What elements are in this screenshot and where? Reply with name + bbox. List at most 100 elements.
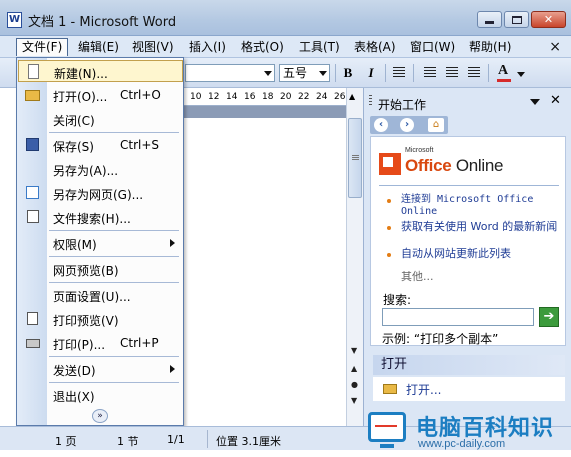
forward-icon[interactable]: › <box>400 118 414 132</box>
new-doc-icon <box>28 64 39 79</box>
close-icon[interactable]: ✕ <box>550 93 561 108</box>
toolbar-separator <box>385 64 386 82</box>
word-app-icon[interactable]: W <box>7 12 22 28</box>
status-page: 1 页 <box>55 435 77 448</box>
chevron-down-icon[interactable] <box>530 99 540 105</box>
menu-edit[interactable]: 编辑(E) <box>73 38 124 56</box>
web-page-icon <box>26 186 39 199</box>
ruler-tick: 12 <box>208 92 220 102</box>
document-close-icon[interactable]: × <box>549 39 561 55</box>
italic-button[interactable]: I <box>364 65 378 81</box>
numbered-list-icon[interactable] <box>424 67 436 78</box>
font-color-button[interactable]: A <box>498 63 508 79</box>
document-page[interactable] <box>184 118 346 426</box>
monitor-stand <box>380 444 394 448</box>
menu-file[interactable]: 文件(F) <box>16 38 69 56</box>
save-disk-icon <box>26 138 39 151</box>
menu-separator <box>49 230 179 231</box>
menu-item-new[interactable]: 新建(N)... <box>18 60 183 82</box>
search-label: 搜索: <box>383 293 412 307</box>
font-color-swatch <box>497 79 511 82</box>
window-title: 文档 1 - Microsoft Word <box>28 15 177 30</box>
toolbar-separator <box>413 64 414 82</box>
bullet-icon <box>387 226 391 230</box>
menu-item-shortcut: Ctrl+P <box>120 336 159 350</box>
home-icon[interactable]: ⌂ <box>428 118 444 132</box>
menu-window[interactable]: 窗口(W) <box>405 38 460 56</box>
menu-item-send[interactable]: 发送(D) <box>18 358 183 380</box>
bold-button[interactable]: B <box>341 65 355 81</box>
font-color-chevron-icon[interactable] <box>517 72 525 77</box>
file-menu-dropdown: 新建(N)... 打开(O)... Ctrl+O 关闭(C) 保存(S) Ctr… <box>16 57 184 426</box>
link-latest-news[interactable]: 获取有关使用 Word 的最新新闻 <box>401 221 563 233</box>
menu-insert[interactable]: 插入(I) <box>184 38 231 56</box>
menu-item-page-setup[interactable]: 页面设置(U)... <box>18 284 183 306</box>
link-auto-update[interactable]: 自动从网站更新此列表 <box>401 248 563 260</box>
bullet-icon <box>387 199 391 203</box>
scroll-thumb[interactable] <box>348 118 362 198</box>
menu-item-label: 另存为(A)... <box>53 164 119 178</box>
menu-item-permission[interactable]: 权限(M) <box>18 232 183 254</box>
monitor-logo-icon <box>368 412 406 442</box>
browse-object-icon[interactable]: ● <box>351 380 358 389</box>
close-window-button[interactable]: ✕ <box>531 11 566 28</box>
previous-page-icon[interactable]: ▲ <box>351 364 357 373</box>
menu-item-web-preview[interactable]: 网页预览(B) <box>18 258 183 280</box>
ruler-tick: 22 <box>298 92 310 102</box>
style-dropdown[interactable] <box>185 64 275 82</box>
status-section: 1 节 <box>117 435 139 448</box>
menu-help[interactable]: 帮助(H) <box>464 38 516 56</box>
scroll-up-icon[interactable]: ▲ <box>349 92 355 101</box>
logo-online-word: Online <box>451 156 504 175</box>
menu-view[interactable]: 视图(V) <box>127 38 179 56</box>
status-separator <box>207 430 208 448</box>
title-bar: W 文档 1 - Microsoft Word ✕ <box>0 0 571 36</box>
align-center-icon[interactable] <box>393 67 405 78</box>
printer-icon <box>26 339 40 348</box>
drag-handle-icon[interactable] <box>369 95 372 107</box>
menu-item-print[interactable]: 打印(P)... Ctrl+P <box>18 332 183 354</box>
status-position: 位置 3.1厘米 <box>216 435 281 448</box>
vertical-scrollbar[interactable]: ▲ ▼ ▲ ● ▼ <box>346 88 363 426</box>
menu-item-label: 网页预览(B) <box>53 264 119 278</box>
menu-bar: 文件(F) 编辑(E) 视图(V) 插入(I) 格式(O) 工具(T) 表格(A… <box>0 36 571 58</box>
menu-item-print-preview[interactable]: 打印预览(V) <box>18 308 183 330</box>
link-more[interactable]: 其他... <box>401 268 434 284</box>
ruler-tick: 16 <box>244 92 256 102</box>
menu-format[interactable]: 格式(O) <box>236 38 289 56</box>
menu-separator <box>49 256 179 257</box>
search-go-icon[interactable]: ➔ <box>539 307 559 327</box>
open-row: 打开... <box>373 377 565 401</box>
menu-item-save-as-web[interactable]: 另存为网页(G)... <box>18 182 183 204</box>
scroll-down-icon[interactable]: ▼ <box>351 346 357 355</box>
menu-item-save[interactable]: 保存(S) Ctrl+S <box>18 134 183 156</box>
menu-tools[interactable]: 工具(T) <box>294 38 345 56</box>
minimize-button[interactable] <box>477 11 502 28</box>
open-link[interactable]: 打开... <box>406 381 441 398</box>
indent-icon[interactable] <box>468 67 480 78</box>
open-folder-icon <box>25 90 40 101</box>
maximize-button[interactable] <box>504 11 529 28</box>
next-page-icon[interactable]: ▼ <box>351 396 357 405</box>
menu-item-shortcut: Ctrl+S <box>120 138 160 152</box>
menu-item-save-as[interactable]: 另存为(A)... <box>18 158 183 180</box>
back-icon[interactable]: ‹ <box>374 118 388 132</box>
font-size-dropdown[interactable]: 五号 <box>279 64 330 82</box>
menu-table[interactable]: 表格(A) <box>349 38 401 56</box>
chevron-down-icon <box>319 71 327 76</box>
logo-office-word: Office <box>405 156 452 175</box>
file-search-icon <box>27 210 39 223</box>
menu-item-file-search[interactable]: 文件搜索(H)... <box>18 206 183 228</box>
menu-item-shortcut: Ctrl+O <box>120 88 161 102</box>
link-connect-office-online[interactable]: 连接到 Microsoft Office Online <box>401 194 563 218</box>
menu-item-close[interactable]: 关闭(C) <box>18 108 183 130</box>
expand-menu-icon[interactable]: » <box>92 409 108 423</box>
watermark-url: www.pc-daily.com <box>418 438 506 450</box>
search-input[interactable] <box>382 308 534 326</box>
ruler-tick: 14 <box>226 92 238 102</box>
menu-item-open[interactable]: 打开(O)... Ctrl+O <box>18 84 183 106</box>
menu-item-exit[interactable]: 退出(X) <box>18 384 183 406</box>
menu-item-label: 另存为网页(G)... <box>53 188 144 202</box>
bullet-list-icon[interactable] <box>446 67 458 78</box>
menu-item-label: 关闭(C) <box>53 114 95 128</box>
